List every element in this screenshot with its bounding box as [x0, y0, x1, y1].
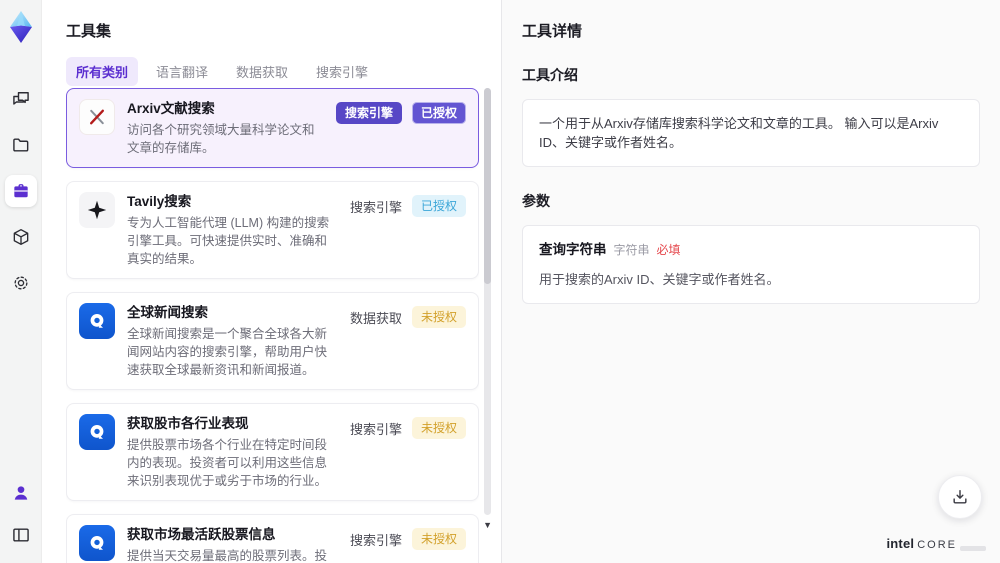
- app-logo[interactable]: [4, 9, 38, 45]
- tool-auth-badge: 未授权: [411, 306, 466, 328]
- news-blue-icon: [85, 531, 109, 555]
- tool-category-badge: 搜索引擎: [349, 532, 402, 548]
- sidebar-item-user[interactable]: [5, 477, 37, 509]
- intro-text: 一个用于从Arxiv存储库搜索科学论文和文章的工具。 输入可以是Arxiv ID…: [539, 116, 939, 150]
- sidebar-item-packages[interactable]: [5, 221, 37, 253]
- tool-meta: 搜索引擎 未授权: [350, 417, 466, 439]
- tool-category-badge: 搜索引擎: [335, 102, 402, 124]
- tool-name: 获取市场最活跃股票信息: [127, 527, 276, 542]
- news-blue-icon: [85, 420, 109, 444]
- tool-category-badge: 搜索引擎: [349, 421, 402, 437]
- tool-list: Arxiv文献搜索 访问各个研究领域大量科学论文和文章的存储库。 搜索引擎 已授权 Ta…: [66, 88, 479, 563]
- intro-card: 一个用于从Arxiv存储库搜索科学论文和文章的工具。 输入可以是Arxiv ID…: [522, 99, 980, 167]
- tool-card[interactable]: 全球新闻搜索全球新闻搜索是一个聚合全球各大新闻网站内容的搜索引擎，帮助用户快速获…: [66, 292, 479, 390]
- download-icon: [950, 487, 970, 507]
- tool-description: 访问各个研究领域大量科学论文和文章的存储库。: [127, 123, 315, 155]
- tavily-icon: [85, 198, 109, 222]
- tab-1[interactable]: 语言翻译: [146, 57, 218, 86]
- tool-card[interactable]: Arxiv文献搜索访问各个研究领域大量科学论文和文章的存储库。 搜索引擎 已授权: [66, 88, 479, 168]
- intel-wordmark: intel: [886, 536, 915, 551]
- cube-icon: [11, 227, 31, 247]
- tool-logo: [79, 525, 115, 561]
- scrollbar-thumb[interactable]: [484, 88, 491, 285]
- tool-card[interactable]: 获取市场最活跃股票信息提供当天交易量最高的股票列表。投资者可以利用这些信息来识别…: [66, 514, 479, 563]
- tool-card[interactable]: Tavily搜索专为人工智能代理 (LLM) 构建的搜索引擎工具。可快速提供实时…: [66, 181, 479, 279]
- tool-text-block: Tavily搜索专为人工智能代理 (LLM) 构建的搜索引擎工具。可快速提供实时…: [127, 192, 338, 268]
- intro-heading: 工具介绍: [522, 67, 578, 83]
- param-name: 查询字符串: [539, 242, 607, 257]
- sidebar-item-folder[interactable]: [5, 129, 37, 161]
- rail-bottom-group: [5, 477, 37, 551]
- core-sub-mark: [960, 546, 986, 551]
- tool-text-block: 全球新闻搜索全球新闻搜索是一个聚合全球各大新闻网站内容的搜索引擎，帮助用户快速获…: [127, 303, 338, 379]
- tab-0[interactable]: 所有类别: [66, 57, 139, 86]
- sidebar-item-tools[interactable]: [4, 175, 37, 207]
- param-header-row: 查询字符串 字符串 必填: [539, 240, 963, 260]
- panel-icon: [11, 525, 31, 545]
- tool-auth-badge: 已授权: [411, 195, 466, 217]
- tool-auth-badge: 未授权: [411, 528, 466, 550]
- tool-logo: [79, 414, 115, 450]
- tab-2[interactable]: 数据获取: [226, 57, 298, 86]
- sidebar-item-settings[interactable]: [5, 267, 37, 299]
- download-button[interactable]: [938, 475, 982, 519]
- icon-rail: [0, 0, 42, 563]
- tool-category-badge: 数据获取: [349, 310, 402, 326]
- tool-text-block: Arxiv文献搜索访问各个研究领域大量科学论文和文章的存储库。: [127, 99, 324, 157]
- tool-card[interactable]: 获取股市各行业表现提供股票市场各个行业在特定时间段内的表现。投资者可以利用这些信…: [66, 403, 479, 501]
- core-wordmark: core: [917, 539, 957, 551]
- tool-meta: 搜索引擎 已授权: [335, 102, 466, 124]
- tool-name: Arxiv文献搜索: [127, 101, 215, 116]
- tool-description: 全球新闻搜索是一个聚合全球各大新闻网站内容的搜索引擎，帮助用户快速获取全球最新资…: [127, 327, 328, 377]
- param-type: 字符串: [613, 243, 650, 257]
- tool-description: 专为人工智能代理 (LLM) 构建的搜索引擎工具。可快速提供实时、准确和真实的结…: [127, 216, 330, 266]
- tool-meta: 搜索引擎 未授权: [350, 528, 466, 550]
- folder-icon: [11, 135, 31, 155]
- chat-icon: [11, 89, 31, 109]
- tool-meta: 数据获取 未授权: [350, 306, 466, 328]
- details-title: 工具详情: [522, 23, 583, 40]
- tool-logo: [79, 99, 115, 135]
- briefcase-icon: [11, 181, 31, 201]
- tool-details-panel: 工具详情 工具介绍 一个用于从Arxiv存储库搜索科学论文和文章的工具。 输入可…: [501, 0, 1000, 563]
- tool-description: 提供当天交易量最高的股票列表。投资者可以利用这些信息来识别流动性强的股票和潜在的…: [127, 549, 328, 563]
- rail-icon-group: [4, 83, 37, 299]
- tool-text-block: 获取股市各行业表现提供股票市场各个行业在特定时间段内的表现。投资者可以利用这些信…: [127, 414, 338, 490]
- list-scrollbar[interactable]: [484, 88, 491, 515]
- tool-name: 获取股市各行业表现: [127, 416, 249, 431]
- intel-core-logo: intel core: [886, 536, 986, 551]
- tool-description: 提供股票市场各个行业在特定时间段内的表现。投资者可以利用这些信息来识别表现优于或…: [127, 438, 328, 488]
- tool-logo: [79, 192, 115, 228]
- category-tabs: 所有类别 语言翻译 数据获取 搜索引擎: [66, 57, 501, 86]
- param-description: 用于搜索的Arxiv ID、关键字或作者姓名。: [539, 272, 780, 287]
- tool-meta: 搜索引擎 已授权: [350, 195, 466, 217]
- tool-text-block: 获取市场最活跃股票信息提供当天交易量最高的股票列表。投资者可以利用这些信息来识别…: [127, 525, 338, 563]
- tool-category-badge: 搜索引擎: [349, 199, 402, 215]
- tool-auth-badge: 未授权: [411, 417, 466, 439]
- tool-name: Tavily搜索: [127, 194, 192, 209]
- tool-auth-badge: 已授权: [411, 102, 466, 124]
- sidebar-item-chat[interactable]: [5, 83, 37, 115]
- user-icon: [11, 483, 31, 503]
- page-title: 工具集: [66, 23, 112, 40]
- tab-3[interactable]: 搜索引擎: [306, 57, 378, 86]
- param-required-badge: 必填: [656, 243, 681, 257]
- tool-logo: [79, 303, 115, 339]
- news-blue-icon: [85, 309, 109, 333]
- tool-name: 全球新闻搜索: [127, 305, 208, 320]
- param-card: 查询字符串 字符串 必填 用于搜索的Arxiv ID、关键字或作者姓名。: [522, 225, 980, 304]
- scroll-down-icon[interactable]: ▼: [483, 521, 492, 530]
- arxiv-icon: [85, 105, 109, 129]
- gear-icon: [11, 273, 31, 293]
- sidebar-item-panel-toggle[interactable]: [5, 519, 37, 551]
- params-heading: 参数: [522, 193, 550, 209]
- tool-list-panel: 工具集 所有类别 语言翻译 数据获取 搜索引擎 Arxiv文献搜索 访问各个研究领域大量…: [42, 0, 501, 563]
